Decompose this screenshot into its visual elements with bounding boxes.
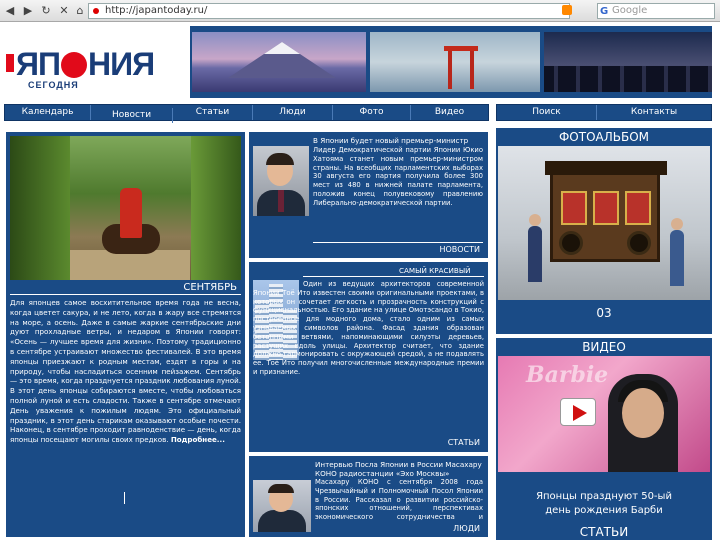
favicon-icon (93, 8, 99, 14)
home-icon[interactable]: ⌂ (72, 3, 88, 19)
news-photo-hatoyama[interactable] (253, 146, 309, 216)
secondary-nav: Поиск Контакты (496, 104, 712, 121)
video-box: ВИДЕО Barbie Японцы празднуют 50-ый день… (496, 338, 712, 524)
back-icon[interactable]: ◀ (2, 3, 18, 19)
rss-icon[interactable] (562, 5, 572, 15)
logo-title: ЯП НИЯ (16, 46, 155, 82)
featured-article: СЕНТЯБРЬ Для японцев самое восхитительно… (6, 132, 245, 537)
reload-icon[interactable]: ↻ (38, 3, 54, 19)
featured-caption: СЕНТЯБРЬ (183, 282, 237, 293)
nav-people[interactable]: Люди (253, 105, 333, 120)
articles-box: СТАТЬИ (496, 524, 712, 540)
logo-sun-icon (61, 52, 87, 78)
nav-search[interactable]: Поиск (497, 105, 597, 120)
nav-video[interactable]: Видео (411, 105, 488, 120)
address-bar[interactable]: http://japantoday.ru/ (88, 3, 570, 19)
news-item: В Японии будет новый премьер-министр Лид… (249, 132, 488, 258)
stop-icon[interactable]: ✕ (56, 3, 72, 19)
divider (313, 242, 483, 243)
articles-title[interactable]: СТАТЬИ (496, 525, 712, 539)
news-section-link[interactable]: ЛЮДИ (453, 524, 480, 533)
search-placeholder: Google (612, 5, 648, 16)
video-caption[interactable]: Японцы празднуют 50-ый день рождения Бар… (496, 490, 712, 518)
forward-icon[interactable]: ▶ (20, 3, 36, 19)
site-logo[interactable]: ЯП НИЯ СЕГОДНЯ (4, 26, 190, 98)
video-overlay-text: Barbie (526, 362, 609, 388)
site-header: ЯП НИЯ СЕГОДНЯ (4, 26, 712, 98)
nav-articles[interactable]: Статьи (173, 105, 253, 120)
header-photo-torii (370, 32, 540, 92)
news-photo-ambassador[interactable] (253, 480, 311, 532)
news-body: Масахару КОНО с сентября 2008 года Чрезв… (315, 478, 483, 524)
news-section-link[interactable]: СТАТЬИ (448, 438, 480, 447)
news-title[interactable]: Интервью Посла Японии в России Масахару … (315, 460, 483, 479)
nav-photo[interactable]: Фото (333, 105, 411, 120)
video-player[interactable]: Barbie (498, 356, 710, 472)
play-icon[interactable] (560, 398, 596, 426)
news-body: Лидер Демократической партии Японии Юкио… (313, 146, 483, 207)
read-more-link[interactable]: Подробнее... (171, 435, 225, 444)
photo-album-box: ФОТОАЛЬБОМ 03 (496, 128, 712, 334)
nav-news[interactable]: Новости (91, 108, 173, 123)
news-title[interactable]: САМЫЙ КРАСИВЫЙ (399, 266, 484, 275)
photo-album-title[interactable]: ФОТОАЛЬБОМ (496, 130, 712, 144)
browser-toolbar: ◀ ▶ ↻ ✕ ⌂ http://japantoday.ru/ G Google (0, 0, 720, 22)
nav-contacts[interactable]: Контакты (597, 105, 711, 120)
video-title[interactable]: ВИДЕО (496, 340, 712, 354)
photo-album-image[interactable] (498, 146, 710, 300)
text-cursor (124, 492, 125, 504)
search-input[interactable]: G Google (597, 3, 715, 19)
search-engine-icon: G (600, 6, 609, 17)
featured-photo[interactable] (10, 136, 241, 280)
featured-text: Для японцев самое восхитительное время г… (10, 298, 241, 445)
divider (303, 276, 484, 277)
nav-calendar[interactable]: Календарь (5, 105, 91, 120)
header-photo-fuji (192, 32, 366, 92)
url-text: http://japantoday.ru/ (105, 5, 208, 16)
web-page: ЯП НИЯ СЕГОДНЯ Календарь Новости Статьи Л… (0, 22, 720, 540)
news-item: Интервью Посла Японии в России Масахару … (249, 456, 488, 537)
logo-side-tab (6, 54, 14, 72)
main-nav: Календарь Новости Статьи Люди Фото Видео (4, 104, 489, 123)
news-title[interactable]: В Японии будет новый премьер-министр (313, 136, 483, 145)
news-section-link[interactable]: НОВОСТИ (439, 245, 480, 254)
photo-album-caption: 03 (596, 306, 612, 320)
news-item: САМЫЙ КРАСИВЫЙ Один из ведущих архитекто… (249, 262, 488, 452)
header-photo-city (544, 32, 712, 92)
divider (10, 294, 241, 295)
news-body: Один из ведущих архитекторов современной… (253, 280, 484, 376)
logo-subtitle: СЕГОДНЯ (28, 80, 79, 90)
